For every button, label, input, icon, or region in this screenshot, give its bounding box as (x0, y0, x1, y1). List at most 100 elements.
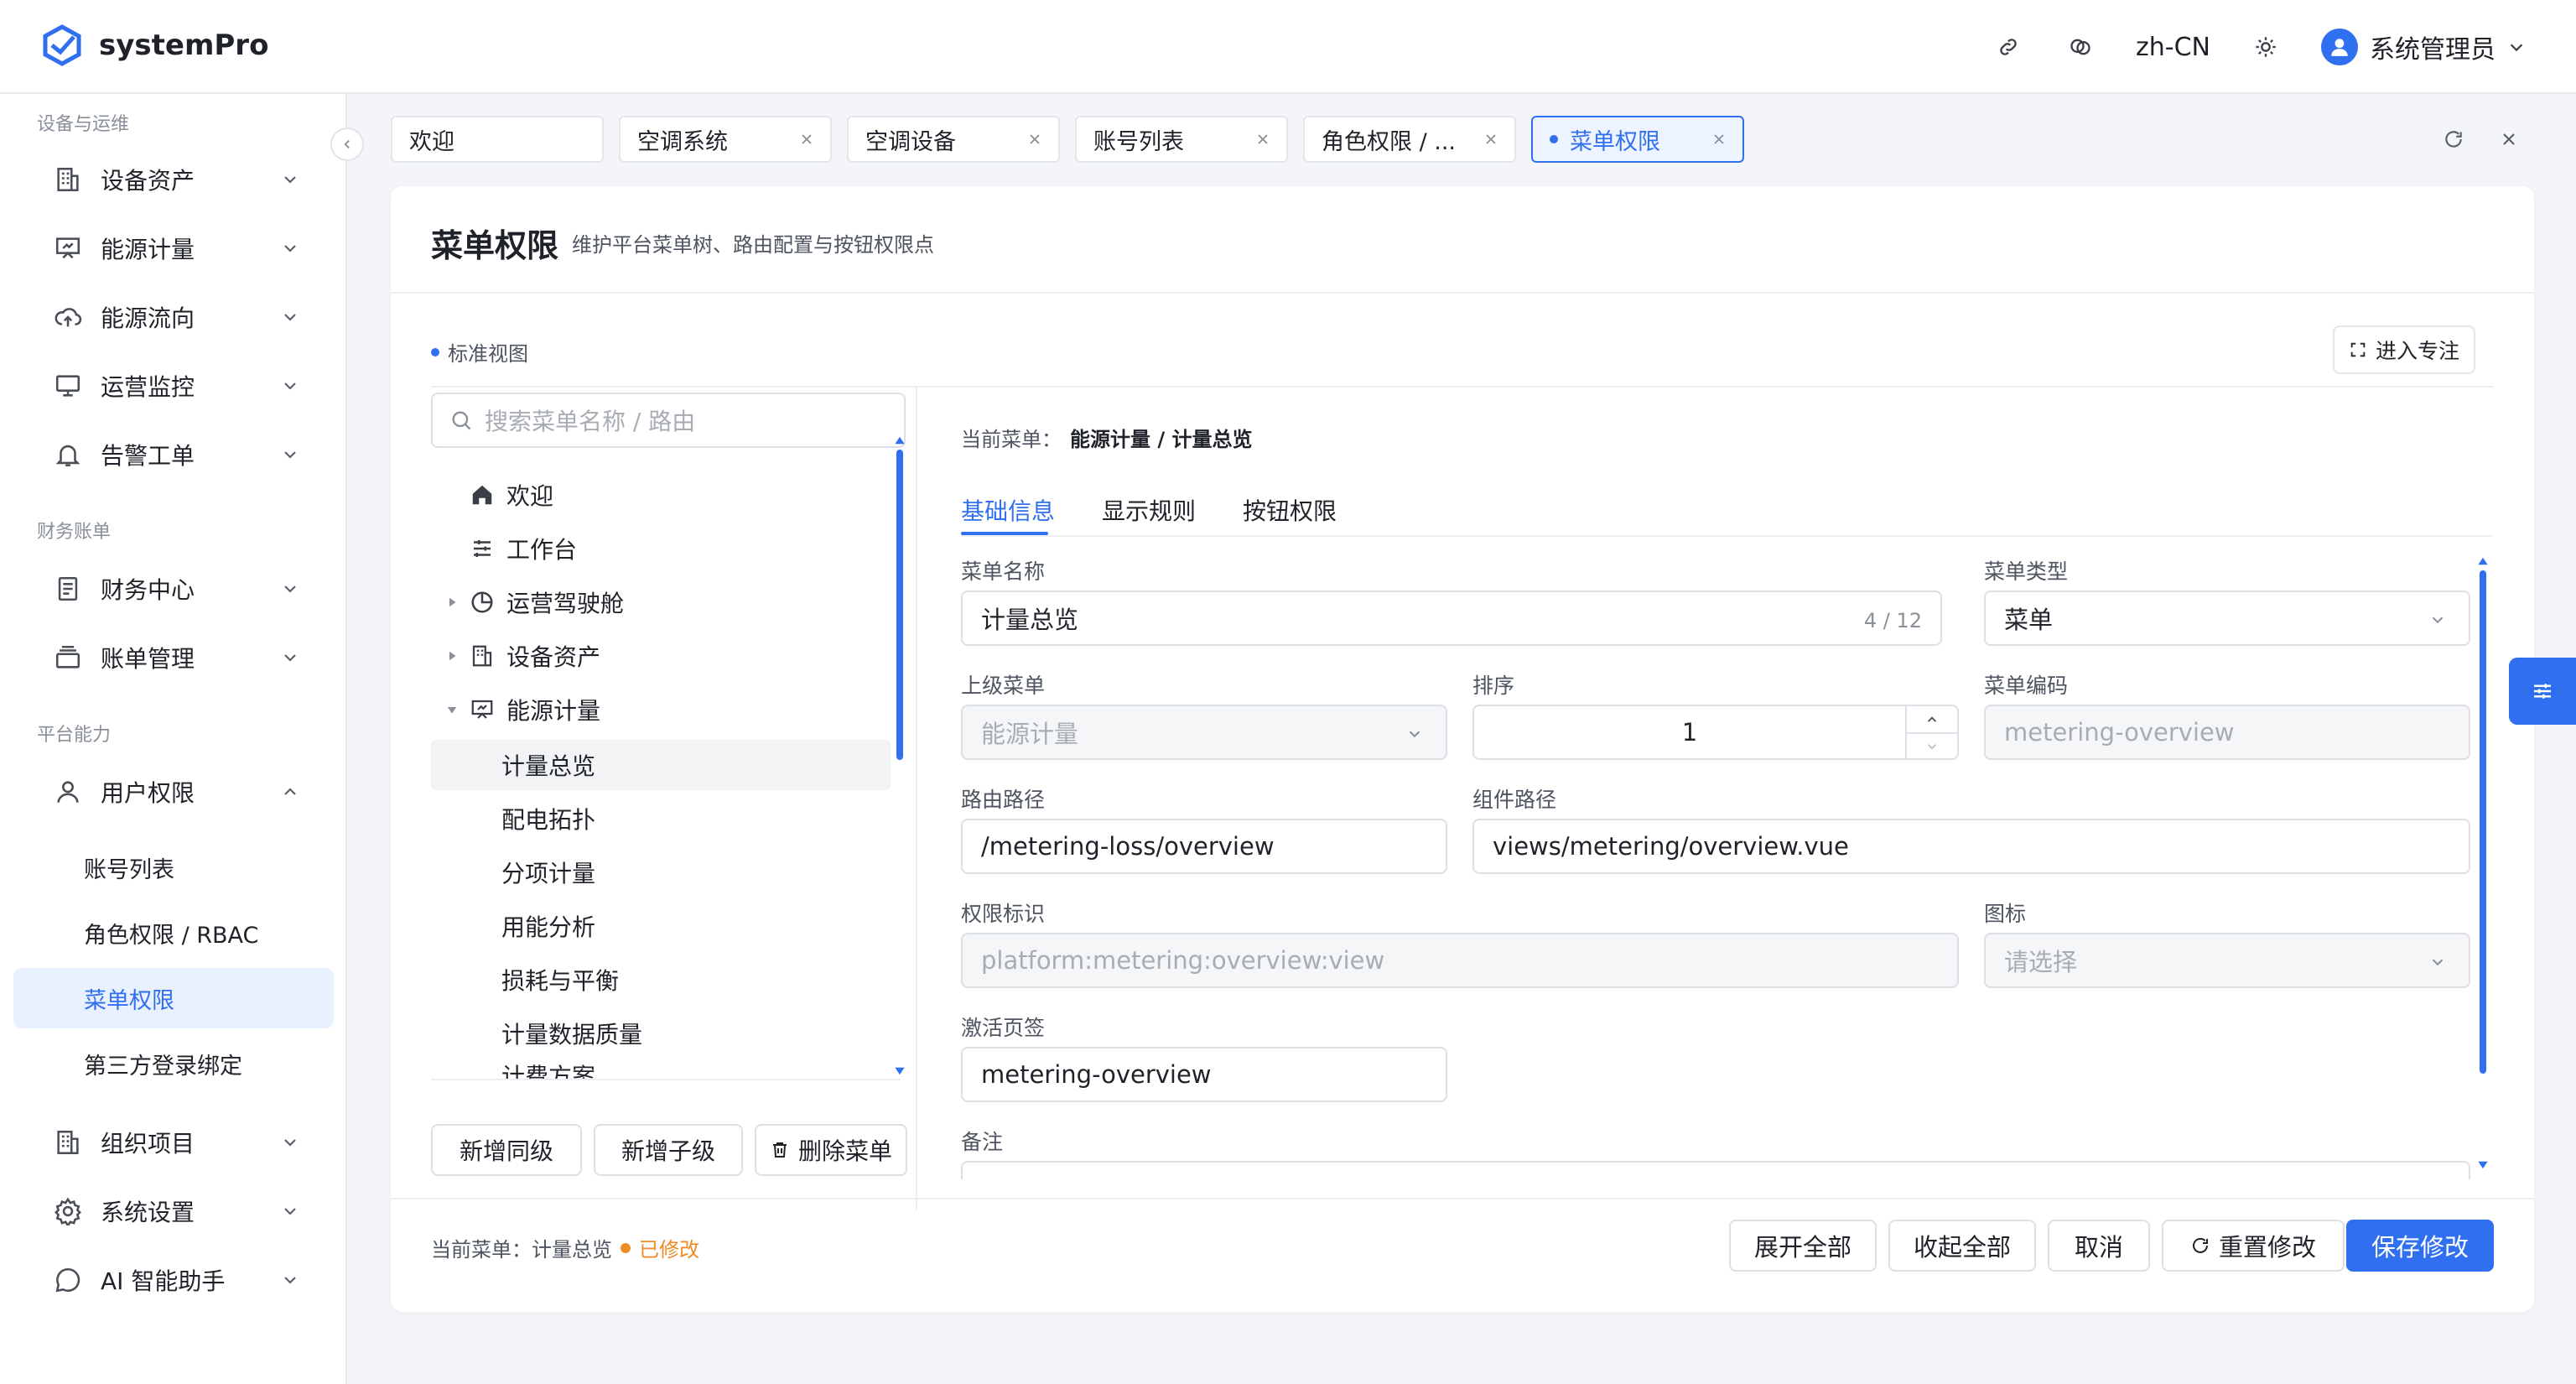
close-icon[interactable] (1026, 131, 1043, 148)
close-all-tabs-icon[interactable] (2494, 124, 2524, 154)
expand-all-button[interactable]: 展开全部 (1729, 1220, 1877, 1272)
component-path-input[interactable]: views/metering/overview.vue (1472, 819, 2470, 874)
chat-icon[interactable] (2064, 30, 2097, 64)
add-sibling-button[interactable]: 新增同级 (431, 1124, 582, 1176)
menu-type-select[interactable]: 菜单 (1984, 591, 2470, 646)
sidebar-item-org[interactable]: 组织项目 (13, 1112, 334, 1173)
sidebar-subitem-menu-perm[interactable]: 菜单权限 (13, 968, 334, 1028)
sidebar-item-finance[interactable]: 财务中心 (13, 559, 334, 619)
chevron-down-icon (284, 382, 296, 390)
active-tab-input[interactable]: metering-overview (961, 1047, 1447, 1102)
tab-label: 空调设备 (865, 128, 956, 155)
char-counter: 4 / 12 (1863, 609, 1922, 632)
theme-sun-icon[interactable] (2249, 30, 2283, 64)
tab-ac-device[interactable]: 空调设备 (847, 116, 1060, 163)
language-switch[interactable]: zh-CN (2136, 33, 2210, 62)
tab-accounts[interactable]: 账号列表 (1075, 116, 1288, 163)
tree-node-workbench[interactable]: 工作台 (470, 523, 577, 574)
tab-welcome[interactable]: 欢迎 (391, 116, 604, 163)
close-icon[interactable] (798, 131, 815, 148)
tab-menu-perm[interactable]: 菜单权限 (1531, 116, 1744, 163)
sidebar-item-alarms[interactable]: 告警工单 (13, 424, 334, 485)
sidebar-item-billing[interactable]: 账单管理 (13, 627, 334, 688)
user-menu[interactable]: 系统管理员 (2321, 29, 2526, 65)
tree-node-label: 损耗与平衡 (501, 967, 620, 995)
reset-changes-button[interactable]: 重置修改 (2162, 1220, 2345, 1272)
app-logo[interactable]: systemPro (40, 23, 268, 67)
scroll-down-arrow-icon[interactable] (2477, 1159, 2489, 1171)
link-icon[interactable] (1992, 30, 2025, 64)
tree-search-input[interactable]: 搜索菜单名称 / 路由 (431, 393, 906, 448)
tree-node-sub-metering[interactable]: 分项计量 (501, 847, 595, 898)
order-number-input[interactable]: 1 (1472, 705, 1959, 760)
sidebar-item-ai-assistant[interactable]: AI 智能助手 (13, 1250, 334, 1310)
scroll-down-arrow-icon[interactable] (894, 1065, 906, 1077)
tree-node-loss-balance[interactable]: 损耗与平衡 (501, 955, 619, 1005)
tree-node-label: 运营驾驶舱 (506, 590, 625, 617)
caret-right-icon[interactable] (444, 648, 460, 663)
document-icon (58, 576, 78, 601)
refresh-icon[interactable] (2438, 124, 2469, 154)
chevron-down-icon (284, 451, 296, 459)
permission-input: platform:metering:overview:view (961, 933, 1959, 988)
sidebar-item-ops-monitor[interactable]: 运营监控 (13, 356, 334, 416)
tree-node-data-quality[interactable]: 计量数据质量 (501, 1008, 642, 1059)
sidebar-item-user-perm[interactable]: 用户权限 (13, 762, 334, 822)
sidebar-item-assets[interactable]: 设备资产 (13, 149, 334, 210)
tree-node-cockpit[interactable]: 运营驾驶舱 (449, 577, 625, 627)
cloud-upload-icon (55, 308, 82, 327)
current-menu-breadcrumb: 当前菜单： 能源计量 / 计量总览 (961, 423, 1252, 452)
app-name: systemPro (99, 29, 269, 62)
tree-node-power-topology[interactable]: 配电拓扑 (501, 793, 595, 844)
delete-menu-button[interactable]: 删除菜单 (755, 1124, 907, 1176)
save-changes-button[interactable]: 保存修改 (2346, 1220, 2494, 1272)
sidebar-collapse-button[interactable] (330, 127, 364, 161)
tab-display-rules[interactable]: 显示规则 (1102, 493, 1196, 527)
page-title: 菜单权限 (431, 227, 559, 264)
close-icon[interactable] (1254, 131, 1271, 148)
sidebar-item-settings[interactable]: 系统设置 (13, 1181, 334, 1241)
tree-node-label: 计费方案 (501, 1063, 596, 1079)
scroll-up-arrow-icon[interactable] (894, 434, 906, 446)
tab-button-perms[interactable]: 按钮权限 (1243, 493, 1337, 527)
close-icon[interactable] (1483, 131, 1499, 148)
tree-node-billing-plan[interactable]: 计费方案 (501, 1059, 595, 1079)
tab-roles[interactable]: 角色权限 / ... (1303, 116, 1516, 163)
scroll-up-arrow-icon[interactable] (2477, 555, 2489, 567)
sidebar-item-label: 能源计量 (101, 236, 195, 263)
collapse-all-button[interactable]: 收起全部 (1888, 1220, 2036, 1272)
chevron-down-icon (284, 654, 296, 662)
gear-icon (55, 1197, 81, 1225)
floating-settings-button[interactable] (2509, 658, 2576, 725)
tree-node-welcome[interactable]: 欢迎 (470, 470, 553, 520)
tab-basic-info[interactable]: 基础信息 (961, 493, 1055, 527)
tree-node-assets[interactable]: 设备资产 (449, 631, 600, 681)
route-path-input[interactable]: /metering-loss/overview (961, 819, 1447, 874)
sidebar-item-label: AI 智能助手 (101, 1267, 226, 1295)
sidebar-subitem-roles[interactable]: 角色权限 / RBAC (13, 903, 334, 963)
caret-down-icon[interactable] (444, 702, 460, 717)
focus-mode-button[interactable]: 进入专注 (2333, 325, 2475, 374)
menu-name-input[interactable]: 计量总览 4 / 12 (961, 591, 1942, 646)
icon-select[interactable]: 请选择 (1984, 933, 2470, 988)
add-child-button[interactable]: 新增子级 (594, 1124, 743, 1176)
footer-status-label: 当前菜单：计量总览 (431, 1238, 612, 1262)
cancel-button[interactable]: 取消 (2048, 1220, 2150, 1272)
page-description: 维护平台菜单树、路由配置与按钮权限点 (572, 233, 934, 257)
tree-scrollbar-thumb[interactable] (896, 450, 903, 760)
caret-right-icon[interactable] (444, 595, 460, 610)
tree-node-metering-overview[interactable]: 计量总览 (431, 740, 891, 790)
label-menu-code: 菜单编码 (1984, 674, 2069, 698)
decrement-button[interactable] (1907, 732, 1957, 758)
form-scrollbar-thumb[interactable] (2480, 570, 2486, 1074)
tree-node-energy-analysis[interactable]: 用能分析 (501, 901, 595, 951)
sidebar-item-energy-flow[interactable]: 能源流向 (13, 287, 334, 347)
close-icon[interactable] (1711, 131, 1727, 148)
sidebar-subitem-accounts[interactable]: 账号列表 (13, 837, 334, 898)
remark-textarea[interactable] (961, 1161, 2470, 1179)
sidebar-subitem-third-party[interactable]: 第三方登录绑定 (13, 1033, 334, 1094)
increment-button[interactable] (1907, 706, 1957, 732)
sidebar-item-metering[interactable]: 能源计量 (13, 218, 334, 278)
tree-node-metering[interactable]: 能源计量 (447, 684, 600, 735)
tab-ac-system[interactable]: 空调系统 (619, 116, 832, 163)
